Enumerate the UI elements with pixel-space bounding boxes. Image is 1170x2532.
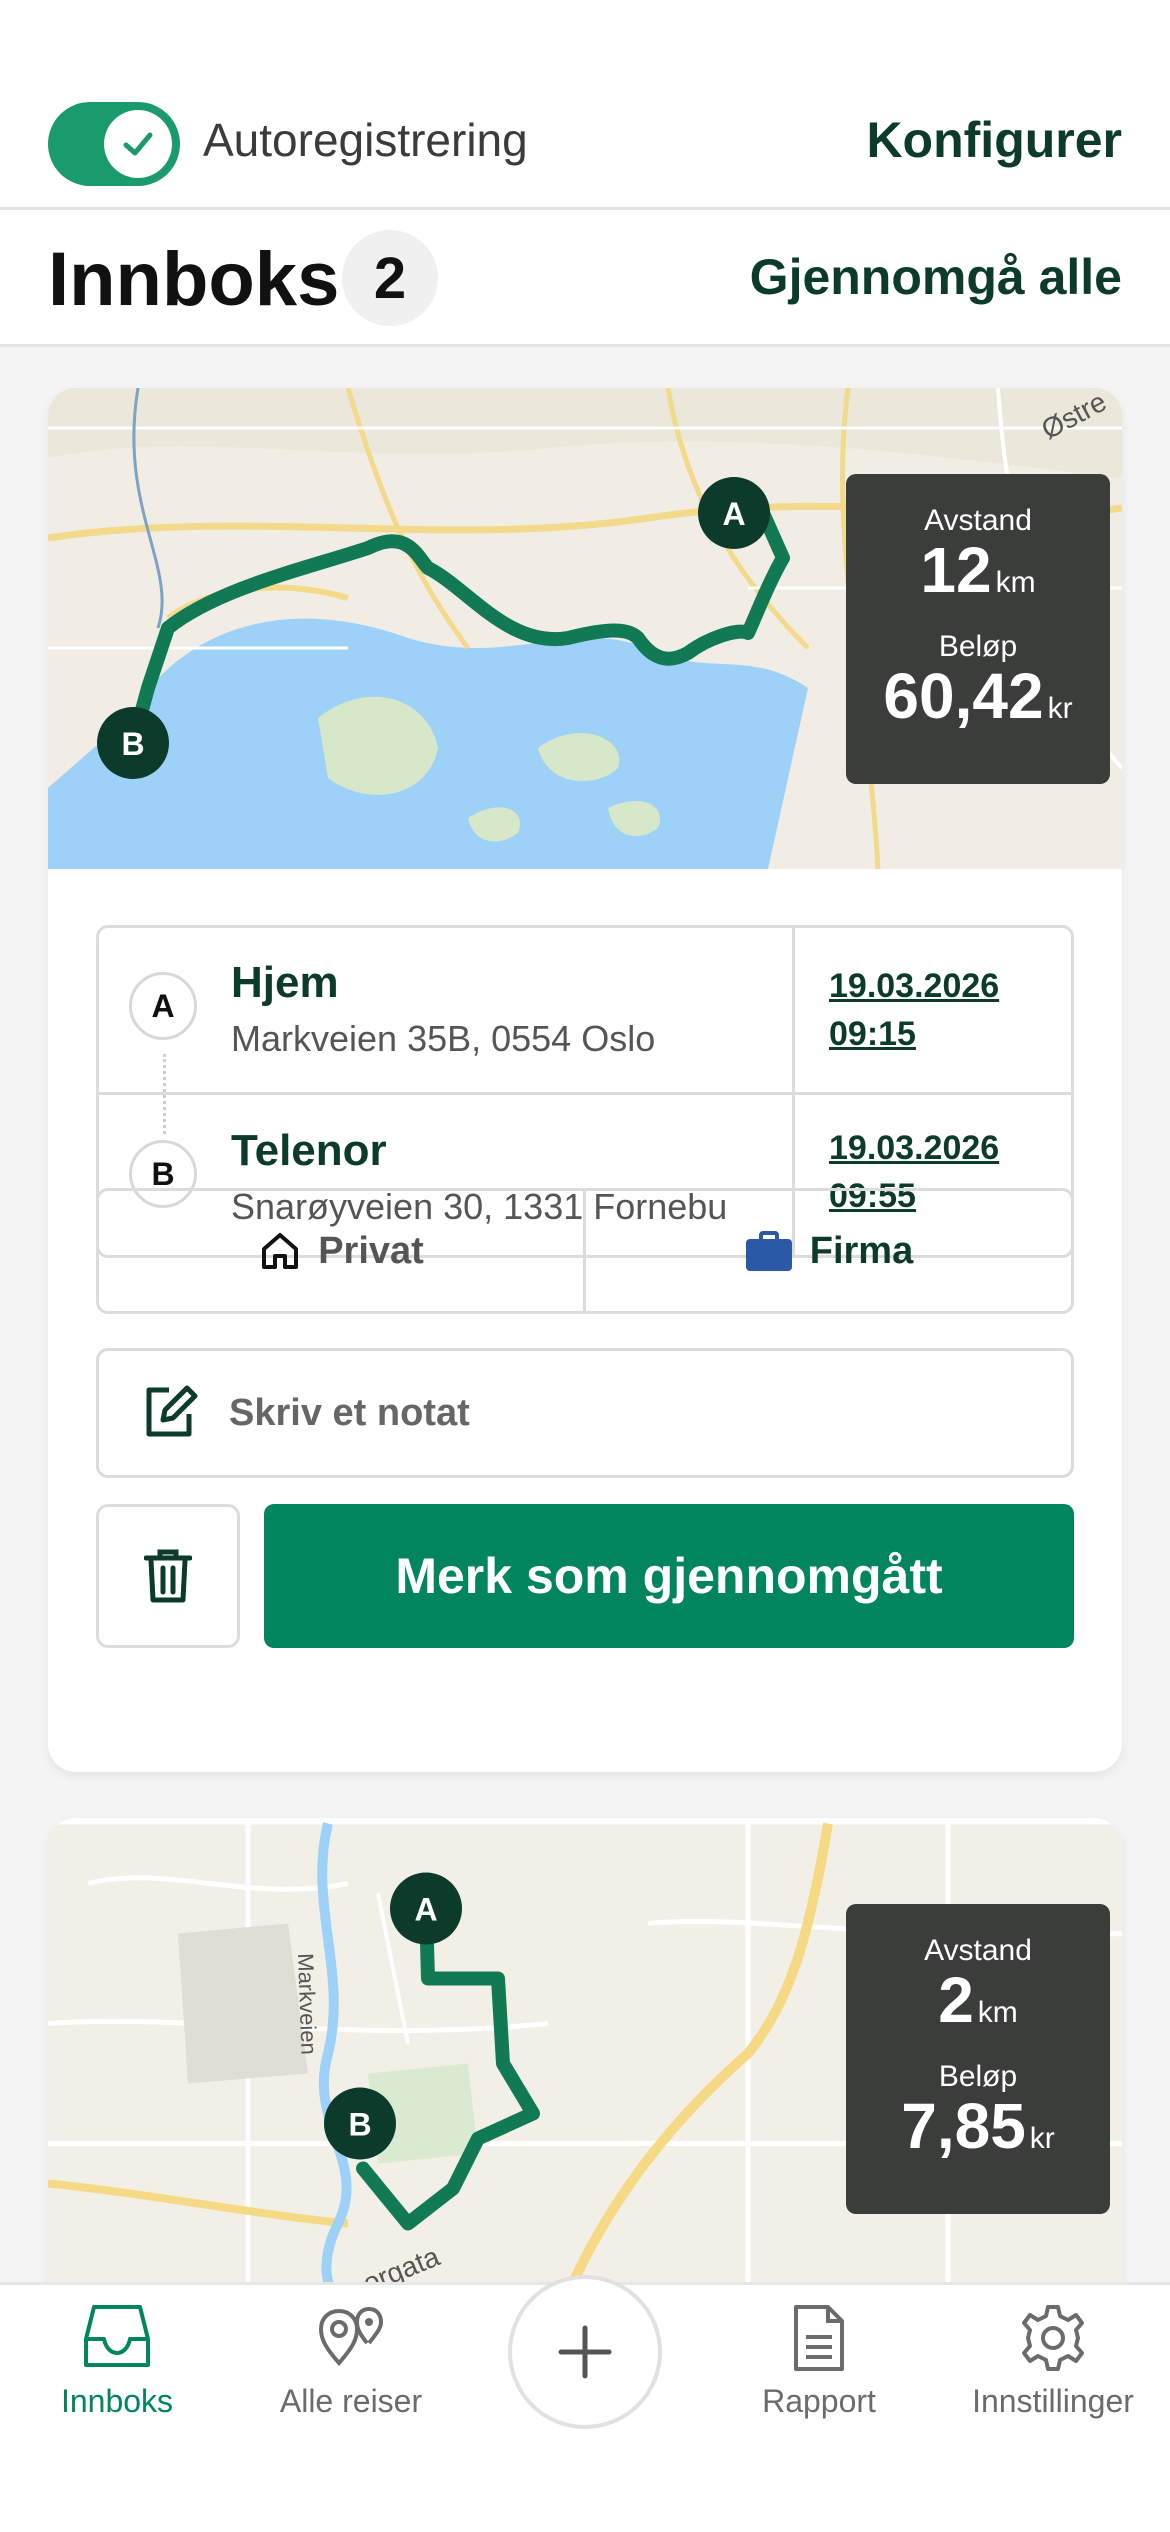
inbox-count-badge: 2	[342, 230, 438, 326]
amount-value: 7,85 kr	[901, 2090, 1055, 2162]
tab-label: Innstillinger	[972, 2383, 1134, 2419]
briefcase-icon	[745, 1231, 792, 1271]
note-field[interactable]: Skriv et notat	[96, 1348, 1074, 1478]
autoregistration-label: Autoregistrering	[203, 114, 528, 166]
tab-bar: Innboks Alle reiser Rapport Innstillinge…	[0, 2275, 1170, 2532]
svg-text:A: A	[722, 496, 745, 532]
trash-icon	[144, 1549, 192, 1603]
start-address: Markveien 35B, 0554 Oslo	[231, 1018, 656, 1059]
note-placeholder: Skriv et notat	[229, 1391, 470, 1434]
business-type-label: Firma	[809, 1229, 914, 1272]
private-type-label: Privat	[318, 1229, 424, 1272]
check-icon	[104, 110, 172, 178]
distance-value: 12 km	[920, 534, 1036, 606]
trip-start-row: A Hjem Markveien 35B, 0554 Oslo 19.03.20…	[99, 928, 1071, 1095]
svg-text:A: A	[414, 1892, 437, 1928]
map-street-label: Markveien	[293, 1953, 322, 2055]
autoregistration-toggle[interactable]	[48, 102, 180, 186]
svg-text:B: B	[121, 726, 144, 762]
private-type-button[interactable]: Privat	[96, 1188, 586, 1314]
tab-label: Innboks	[60, 2383, 174, 2419]
review-all-button[interactable]: Gjennomgå alle	[750, 248, 1122, 306]
trip-stats-panel: Avstand 2 km Beløp 7,85 kr	[846, 1904, 1110, 2214]
plus-icon	[558, 2325, 612, 2379]
document-icon	[794, 2305, 844, 2371]
inbox-header: Innboks 2 Gjennomgå alle	[0, 210, 1170, 347]
amount-label: Beløp	[938, 630, 1018, 663]
add-trip-button[interactable]	[508, 2275, 662, 2429]
distance-value: 2 km	[938, 1964, 1018, 2036]
business-type-button[interactable]: Firma	[583, 1188, 1074, 1314]
trip-card: Markveien orgata A B Avstand 2 km Beløp 7…	[48, 1818, 1122, 2288]
trip-stats-panel: Avstand 12 km Beløp 60,42 kr	[846, 474, 1110, 784]
configure-button[interactable]: Konfigurer	[866, 111, 1122, 169]
tab-label: Rapport	[762, 2383, 876, 2419]
svg-text:B: B	[348, 2107, 371, 2143]
distance-label: Avstand	[924, 1934, 1032, 1967]
edit-note-icon	[146, 1385, 198, 1437]
map-pins-icon	[318, 2306, 384, 2367]
amount-label: Beløp	[938, 2060, 1018, 2093]
amount-value: 60,42 kr	[883, 660, 1073, 732]
delete-button[interactable]	[96, 1504, 240, 1648]
mark-reviewed-button[interactable]: Merk som gjennomgått	[264, 1504, 1074, 1648]
start-datetime[interactable]: 19.03.2026 09:15	[829, 962, 999, 1058]
gear-icon	[1022, 2305, 1084, 2371]
map-marker-a: A	[390, 1872, 462, 1945]
page-title: Innboks	[48, 237, 340, 322]
map-marker-a: A	[698, 477, 770, 549]
distance-label: Avstand	[924, 504, 1032, 537]
start-place-name: Hjem	[231, 958, 339, 1007]
start-marker: A	[129, 972, 197, 1040]
trip-type-selector: Privat Firma	[96, 1188, 1074, 1314]
trip-card: Østre A B Avstand 12 km Beløp 60,42 kr A H…	[48, 388, 1122, 1772]
top-bar: Autoregistrering Konfigurer	[0, 0, 1170, 210]
inbox-icon	[84, 2305, 150, 2367]
tab-label: Alle reiser	[279, 2383, 423, 2419]
end-place-name: Telenor	[231, 1126, 387, 1175]
map-marker-b: B	[97, 707, 169, 779]
home-icon	[262, 1233, 299, 1269]
map-marker-b: B	[324, 2087, 396, 2160]
